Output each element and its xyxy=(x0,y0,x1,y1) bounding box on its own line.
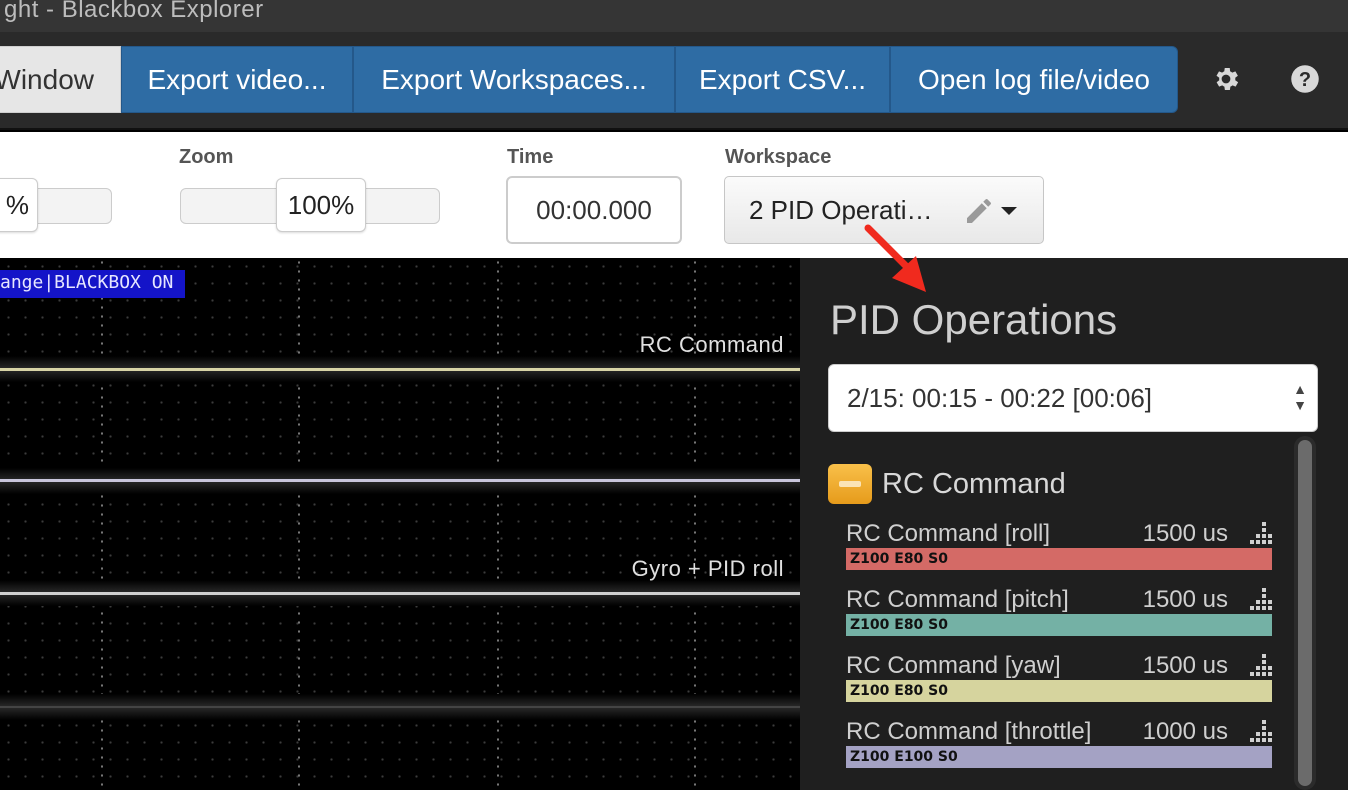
panel-scrollbar[interactable] xyxy=(1294,436,1316,790)
zoom-label: Zoom xyxy=(179,146,234,168)
field-name: RC Command [throttle] xyxy=(846,718,1092,745)
window-titlebar: ght - Blackbox Explorer xyxy=(0,0,1348,32)
window-title: ght - Blackbox Explorer xyxy=(4,0,264,23)
field-value: 1500 us xyxy=(1142,652,1228,679)
panel-title: PID Operations xyxy=(830,296,1118,343)
speed-slider-handle[interactable]: % xyxy=(0,178,38,232)
time-label: Time xyxy=(507,146,554,168)
help-icon[interactable]: ? xyxy=(1288,62,1322,96)
select-arrows-icon: ▲ ▼ xyxy=(1293,381,1307,413)
histogram-icon[interactable] xyxy=(1248,720,1272,744)
main-toolbar: Window Export video... Export Workspaces… xyxy=(0,32,1348,130)
rc-command-trace xyxy=(0,368,800,371)
pencil-icon[interactable] xyxy=(963,195,995,227)
annotation-arrow-icon xyxy=(864,224,926,292)
field-name: RC Command [pitch] xyxy=(846,586,1069,613)
histogram-icon[interactable] xyxy=(1248,654,1272,678)
open-log-button[interactable]: Open log file/video xyxy=(890,46,1178,113)
collapse-group-button[interactable] xyxy=(828,464,872,504)
flight-mode-badge: ange|BLACKBOX ON xyxy=(0,270,186,298)
gear-icon[interactable] xyxy=(1209,62,1243,96)
field-value: 1500 us xyxy=(1142,520,1228,547)
chevron-down-icon xyxy=(1001,207,1017,215)
export-csv-button[interactable]: Export CSV... xyxy=(675,46,890,113)
field-settings-bar[interactable]: Z100 E80 S0 xyxy=(846,548,1272,570)
gyro-pid-pitch-trace xyxy=(0,706,800,708)
group-label-rc-command: RC Command xyxy=(882,468,1066,500)
field-value: 1500 us xyxy=(1142,586,1228,613)
field-name: RC Command [yaw] xyxy=(846,652,1061,679)
rc-command-trace-2 xyxy=(0,479,800,482)
workspace-panel: PID Operations 2/15: 00:15 - 00:22 [00:0… xyxy=(800,258,1348,790)
svg-text:?: ? xyxy=(1299,69,1311,91)
zoom-slider-handle[interactable]: 100% xyxy=(276,178,366,232)
workspace-label: Workspace xyxy=(725,146,832,168)
histogram-icon[interactable] xyxy=(1248,522,1272,546)
time-input[interactable]: 00:00.000 xyxy=(506,176,682,244)
controls-bar: % Zoom 100% Time 00:00.000 Workspace 2 P… xyxy=(0,132,1348,258)
time-range-select[interactable]: 2/15: 00:15 - 00:22 [00:06] ▲ ▼ xyxy=(828,364,1318,432)
export-video-button[interactable]: Export video... xyxy=(121,46,353,113)
field-settings-bar[interactable]: Z100 E100 S0 xyxy=(846,746,1272,768)
field-settings-bar[interactable]: Z100 E80 S0 xyxy=(846,680,1272,702)
window-button[interactable]: Window xyxy=(0,46,121,113)
minus-icon xyxy=(839,481,861,487)
histogram-icon[interactable] xyxy=(1248,588,1272,612)
field-name: RC Command [roll] xyxy=(846,520,1051,547)
graph-title-rc-command: RC Command xyxy=(639,332,784,357)
field-settings-bar[interactable]: Z100 E80 S0 xyxy=(846,614,1272,636)
scrollbar-thumb[interactable] xyxy=(1298,440,1312,786)
graph-title-gyro-pid-roll: Gyro + PID roll xyxy=(631,556,784,581)
log-graph-canvas[interactable]: ange|BLACKBOX ON RC Command Gyro + PID r… xyxy=(0,258,800,790)
export-workspaces-button[interactable]: Export Workspaces... xyxy=(353,46,675,113)
gyro-pid-roll-trace xyxy=(0,592,800,595)
field-value: 1000 us xyxy=(1142,718,1228,745)
time-range-value: 2/15: 00:15 - 00:22 [00:06] xyxy=(847,383,1153,413)
